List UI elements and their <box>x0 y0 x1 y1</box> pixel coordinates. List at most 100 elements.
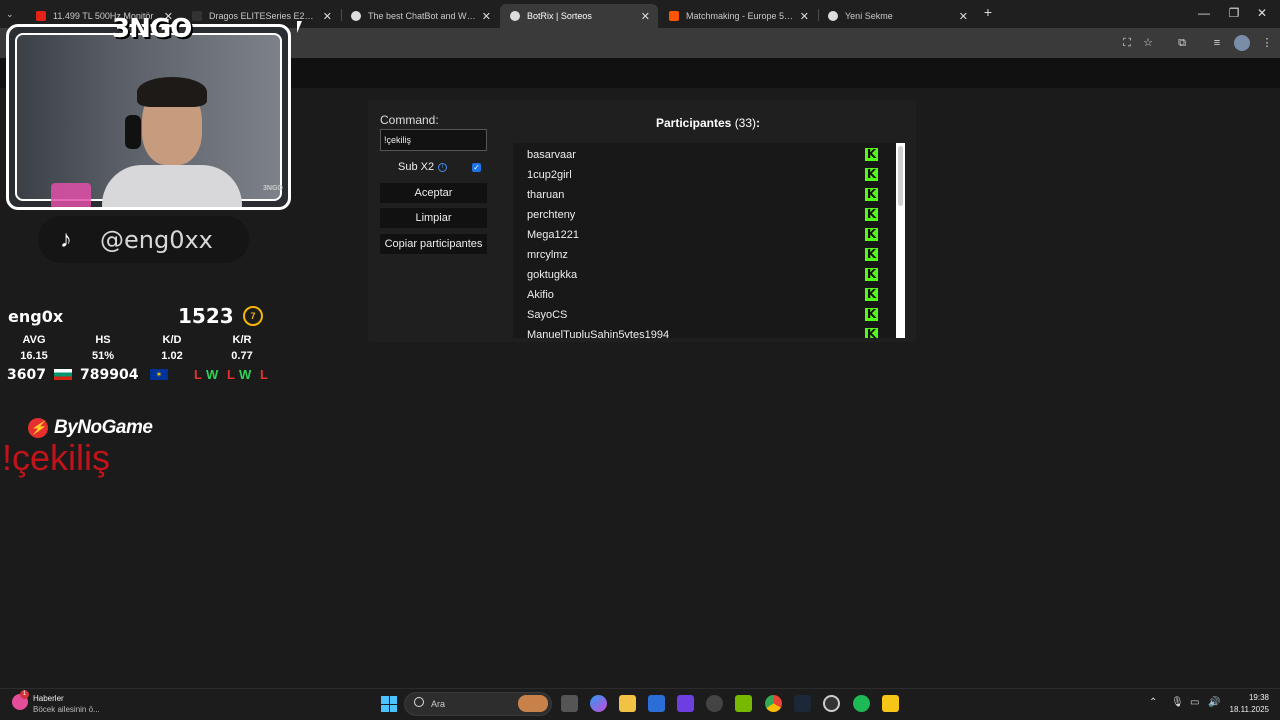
media-control-icon[interactable]: ≡ <box>1209 35 1225 51</box>
extensions-icon[interactable]: ⧉ <box>1174 35 1190 51</box>
tab-close-icon[interactable]: ✕ <box>323 10 332 23</box>
file-explorer-icon[interactable] <box>619 695 636 712</box>
site-favicon-icon <box>192 11 202 21</box>
tab-close-icon[interactable]: ✕ <box>800 10 809 23</box>
search-highlight-icon[interactable] <box>518 695 548 712</box>
kick-icon: K <box>865 247 878 261</box>
participant-name: perchteny <box>527 209 576 221</box>
settings-gear-icon[interactable] <box>823 695 840 712</box>
participants-title-text: Participantes <box>655 116 732 130</box>
store-icon[interactable] <box>648 695 665 712</box>
windows-taskbar <box>0 688 1280 720</box>
nvidia-icon[interactable] <box>735 695 752 712</box>
brand-logo: 3NGO <box>112 14 192 44</box>
tab-close-icon[interactable]: ✕ <box>482 10 491 23</box>
new-tab-button[interactable]: + <box>978 4 998 20</box>
participant-name: mrcylmz <box>527 249 568 261</box>
command-label: Command: <box>380 113 439 127</box>
tab-title: Yeni Sekme <box>845 11 893 21</box>
info-icon[interactable]: i <box>438 163 447 172</box>
tab-3[interactable]: The best ChatBot and Widgets ✕ <box>341 4 499 28</box>
profile-avatar-icon[interactable] <box>1234 35 1250 51</box>
clear-button[interactable]: Limpiar <box>380 208 487 228</box>
participant-name: tharuan <box>527 189 565 201</box>
sponsor-logo: ⚡ ByNoGame <box>28 417 153 439</box>
bookmark-star-icon[interactable]: ☆ <box>1140 35 1156 51</box>
network-icon[interactable]: ▭ <box>1190 697 1199 708</box>
tiktok-badge: ♪ @eng0xx <box>38 216 249 263</box>
pink-light <box>51 183 91 207</box>
stat-value: 51% <box>91 350 115 362</box>
tiktok-handle: @eng0xx <box>100 225 213 254</box>
restore-icon[interactable]: ❐ <box>1224 6 1244 20</box>
taskbar-clock[interactable]: 19:38 <box>1229 693 1269 702</box>
kick-icon: K <box>865 227 878 241</box>
command-overlay-text: !çekiliş <box>2 437 111 478</box>
site-favicon-icon <box>351 11 361 21</box>
notification-badge: 1 <box>20 690 29 699</box>
x-app-icon[interactable] <box>677 695 694 712</box>
tab-5[interactable]: Matchmaking - Europe 5v5 Qu ✕ <box>659 4 817 28</box>
bulgaria-flag-icon <box>54 369 72 380</box>
match-result: L <box>260 367 268 382</box>
tab-close-icon[interactable]: ✕ <box>959 10 968 23</box>
minimize-icon[interactable]: — <box>1194 6 1214 20</box>
participant-name: Akifio <box>527 289 554 301</box>
stat-value: 16.15 <box>20 350 48 362</box>
tab-list-button[interactable]: ⌄ <box>0 6 22 22</box>
app-icon[interactable] <box>882 695 899 712</box>
accept-button[interactable]: Aceptar <box>380 183 487 203</box>
tab-title: BotRix | Sorteos <box>527 11 592 21</box>
window-close-icon[interactable]: ✕ <box>1252 6 1272 20</box>
stat-header: K/D <box>162 334 182 346</box>
faceit-level-badge: 7 <box>243 306 263 326</box>
command-input[interactable] <box>380 129 487 151</box>
copy-participants-button[interactable]: Copiar participantes <box>380 234 487 254</box>
webcam-frame: 3NGO <box>6 24 291 210</box>
tiktok-icon: ♪ <box>60 225 72 253</box>
kick-icon: K <box>865 328 878 338</box>
participant-name: goktugkka <box>527 269 578 281</box>
stat-value: 0.77 <box>231 350 253 362</box>
search-placeholder: Ara <box>431 699 446 709</box>
news-title[interactable]: Haberler <box>33 694 64 703</box>
player-name: eng0x <box>8 307 64 326</box>
search-icon <box>414 697 424 707</box>
microphone-icon[interactable]: 🎙 <box>1171 697 1184 708</box>
news-headline[interactable]: Böcek ailesinin ö... <box>33 705 100 714</box>
match-result: W <box>239 367 252 382</box>
kick-icon: K <box>865 287 878 301</box>
chevron-down-icon: ⌄ <box>6 8 14 19</box>
elo-value: 1523 <box>178 304 234 328</box>
botrix-icon <box>510 11 520 21</box>
taskbar-date[interactable]: 18.11.2025 <box>1224 705 1269 714</box>
tray-chevron-up-icon[interactable]: ⌃ <box>1149 697 1157 708</box>
scrollbar-thumb[interactable] <box>898 146 903 206</box>
spotify-icon[interactable] <box>853 695 870 712</box>
match-result: W <box>206 367 219 382</box>
copilot-icon[interactable] <box>590 695 607 712</box>
sub-x2-checkbox[interactable]: ✓ <box>472 163 481 172</box>
stat-header: K/R <box>232 334 252 346</box>
participants-list: basarvaar K 1cup2girl K tharuan K percht… <box>513 143 897 338</box>
task-view-icon[interactable] <box>561 695 578 712</box>
faceit-icon <box>669 11 679 21</box>
stat-header: AVG <box>22 334 46 346</box>
volume-icon[interactable]: 🔊 <box>1208 697 1220 708</box>
tab-6[interactable]: Yeni Sekme ✕ <box>818 4 976 28</box>
tab-close-icon[interactable]: ✕ <box>641 10 650 23</box>
steam-icon[interactable] <box>794 695 811 712</box>
windows-start-icon[interactable] <box>381 696 397 712</box>
unity-icon[interactable] <box>706 695 723 712</box>
streamer-hair <box>137 77 207 107</box>
chrome-taskbar-icon[interactable] <box>765 695 782 712</box>
translate-icon[interactable]: ⛶ <box>1119 35 1135 51</box>
streamer-shirt <box>102 165 242 207</box>
bynogame-icon: ⚡ <box>28 418 48 438</box>
tab-4-active[interactable]: BotRix | Sorteos ✕ <box>500 4 658 28</box>
menu-kebab-icon[interactable]: ⋮ <box>1259 35 1275 51</box>
webcam-feed: 3NGO <box>15 33 283 207</box>
participants-colon: : <box>756 116 761 130</box>
tab-title: Matchmaking - Europe 5v5 Qu <box>686 11 794 21</box>
chrome-icon <box>828 11 838 21</box>
